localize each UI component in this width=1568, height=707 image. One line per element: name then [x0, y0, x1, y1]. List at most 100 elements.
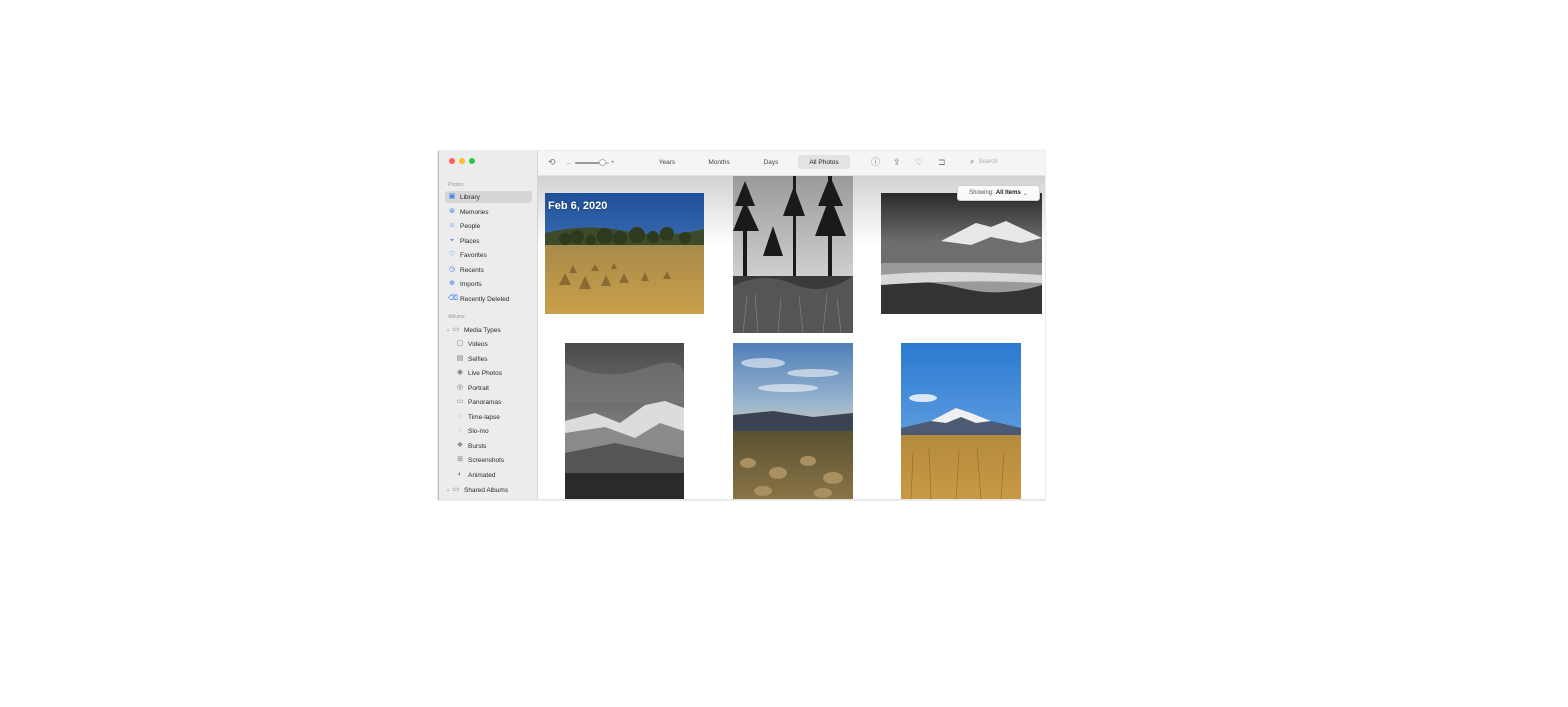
- sidebar-item-label: Bursts: [468, 442, 487, 450]
- chevron-down-icon: ⌄: [1022, 190, 1028, 197]
- sidebar-item-label: Memories: [460, 208, 489, 216]
- photo-sunset-grassland: [733, 343, 853, 500]
- sidebar-item-label: Slo-mo: [468, 427, 489, 435]
- search-field[interactable]: ⌕ Search: [970, 156, 1022, 168]
- search-placeholder: Search: [978, 159, 998, 165]
- add-to-album-icon[interactable]: ⊐: [938, 157, 946, 167]
- zoom-out-icon[interactable]: –: [567, 159, 570, 169]
- sidebar-item-label: Screenshots: [468, 456, 505, 464]
- sidebar-item-label: People: [460, 222, 481, 230]
- rotate-icon[interactable]: ⟲: [548, 157, 556, 167]
- memories-icon: ⊛: [449, 208, 455, 215]
- library-icon: ▣: [448, 193, 456, 200]
- animated-icon: ◐: [457, 471, 463, 478]
- heart-icon: ♡: [448, 251, 456, 258]
- sidebar-item-people[interactable]: ☺ People: [445, 220, 532, 232]
- info-icon[interactable]: ⓘ: [871, 157, 880, 167]
- folder-icon: ▭: [452, 326, 460, 333]
- screenshot-icon: ⊞: [457, 456, 463, 463]
- imports-icon: ⊕: [449, 280, 455, 287]
- showing-filter-dropdown[interactable]: Showing: All Items ⌄: [957, 185, 1040, 201]
- photo-thumbnail[interactable]: [901, 343, 1021, 500]
- sidebar-item-recently-deleted[interactable]: ⌫ Recently Deleted: [445, 293, 532, 305]
- sidebar-item-favorites[interactable]: ♡ Favorites: [445, 249, 532, 261]
- slomo-icon: ◌: [457, 427, 463, 434]
- sidebar-item-panoramas[interactable]: ▭ Panoramas: [453, 396, 532, 408]
- photo-thumbnail[interactable]: Feb 6, 2020: [545, 193, 704, 314]
- recents-icon: ◷: [448, 266, 456, 273]
- photo-grid: Feb 6, 2020 Showing: All Items ⌄: [538, 176, 1045, 500]
- sidebar-item-live-photos[interactable]: ◉ Live Photos: [453, 367, 532, 379]
- sidebar-item-label: Panoramas: [468, 398, 502, 406]
- panorama-icon: ▭: [456, 398, 464, 405]
- tab-years[interactable]: Years: [648, 155, 686, 169]
- heart-icon[interactable]: ♡: [915, 157, 923, 167]
- sidebar-item-label: Places: [460, 237, 480, 245]
- sidebar-item-label: Imports: [460, 280, 482, 288]
- sidebar-item-label: Recently Deleted: [460, 295, 510, 303]
- toolbar: ⟲ – + Years Months Days All Photos ⓘ ⇪ ♡…: [538, 151, 1045, 176]
- trash-icon: ⌫: [448, 295, 458, 302]
- zoom-slider-knob[interactable]: [598, 159, 606, 166]
- sidebar-item-selfies[interactable]: ▤ Selfies: [453, 353, 532, 365]
- tab-all-photos[interactable]: All Photos: [798, 155, 850, 169]
- sidebar-item-label: Time-lapse: [468, 413, 500, 421]
- photo-thumbnail[interactable]: [733, 176, 853, 333]
- sidebar-item-label: Animated: [468, 471, 496, 479]
- sidebar-item-label: Media Types: [464, 326, 501, 334]
- chevron-down-icon[interactable]: ⌄: [446, 327, 451, 333]
- sidebar-item-label: Live Photos: [468, 369, 502, 377]
- sidebar-item-videos[interactable]: ▢ Videos: [453, 338, 532, 350]
- sidebar-item-library[interactable]: ▣ Library: [445, 191, 532, 203]
- sidebar-item-portrait[interactable]: ◎ Portrait: [453, 382, 532, 394]
- sidebar-section-photos: Photos: [448, 182, 464, 188]
- tab-days[interactable]: Days: [752, 155, 790, 169]
- zoom-slider[interactable]: [575, 159, 609, 166]
- shared-album-icon: ▭: [452, 486, 460, 493]
- share-icon[interactable]: ⇪: [893, 157, 901, 167]
- close-window-button[interactable]: [449, 158, 455, 164]
- sidebar-section-albums: Albums: [448, 314, 465, 320]
- sidebar-item-screenshots[interactable]: ⊞ Screenshots: [453, 454, 532, 466]
- sidebar-group-shared-albums[interactable]: ⌄ ▭ Shared Albums: [445, 484, 532, 496]
- photo-bw-forest: [733, 176, 853, 333]
- minimize-window-button[interactable]: [459, 158, 465, 164]
- sidebar-item-memories[interactable]: ⊛ Memories: [445, 206, 532, 218]
- photo-thumbnail[interactable]: [881, 193, 1042, 314]
- sidebar-item-label: Videos: [468, 340, 488, 348]
- zoom-in-icon[interactable]: +: [611, 158, 615, 168]
- sidebar-item-places[interactable]: ⌖ Places: [445, 235, 532, 247]
- photos-window: Photos ▣ Library ⊛ Memories ☺ People ⌖ P…: [438, 151, 1045, 500]
- divider: [538, 499, 1045, 500]
- places-icon: ⌖: [450, 237, 454, 244]
- sidebar-item-label: Favorites: [460, 251, 487, 259]
- tab-months[interactable]: Months: [698, 155, 740, 169]
- sidebar-item-recents[interactable]: ◷ Recents: [445, 264, 532, 276]
- sidebar-item-label: Recents: [460, 266, 484, 274]
- photo-bw-snowy-peaks: [565, 343, 684, 500]
- date-label: Feb 6, 2020: [548, 200, 608, 212]
- sidebar-item-animated[interactable]: ◐ Animated: [453, 469, 532, 481]
- sidebar-item-label: Shared Albums: [464, 486, 509, 494]
- timelapse-icon: ◌: [457, 413, 463, 420]
- photo-thumbnail[interactable]: [565, 343, 684, 500]
- chevron-down-icon[interactable]: ⌄: [446, 487, 451, 493]
- showing-label: Showing:: [969, 190, 994, 196]
- photo-bw-mountain-river: [881, 193, 1042, 314]
- showing-value: All Items: [995, 190, 1021, 196]
- window-controls: [449, 158, 475, 164]
- photo-volcano-blue-sky: [901, 343, 1021, 500]
- sidebar-item-imports[interactable]: ⊕ Imports: [445, 278, 532, 290]
- sidebar-item-slo-mo[interactable]: ◌ Slo-mo: [453, 425, 532, 437]
- video-icon: ▢: [456, 340, 464, 347]
- photo-thumbnail[interactable]: [733, 343, 853, 500]
- zoom-window-button[interactable]: [469, 158, 475, 164]
- sidebar-item-time-lapse[interactable]: ◌ Time-lapse: [453, 411, 532, 423]
- sidebar-group-media-types[interactable]: ⌄ ▭ Media Types: [445, 324, 532, 336]
- live-photo-icon: ◉: [456, 369, 464, 376]
- people-icon: ☺: [448, 222, 456, 229]
- burst-icon: ❖: [456, 442, 464, 449]
- portrait-icon: ◎: [456, 384, 464, 391]
- sidebar-item-bursts[interactable]: ❖ Bursts: [453, 440, 532, 452]
- sidebar-item-label: Library: [460, 193, 480, 201]
